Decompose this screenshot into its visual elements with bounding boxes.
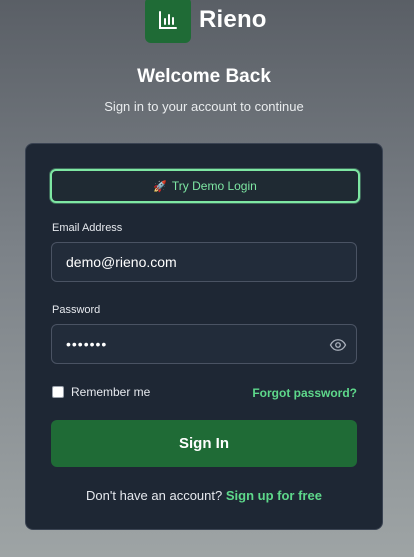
brand-name: Rieno xyxy=(199,5,267,33)
brand-header: Rieno xyxy=(145,0,267,43)
email-label: Email Address xyxy=(52,222,123,234)
demo-login-label: Try Demo Login xyxy=(171,179,257,193)
email-value: demo@rieno.com xyxy=(66,254,177,270)
password-field[interactable]: ••••••• xyxy=(51,324,357,364)
logo xyxy=(145,0,191,43)
forgot-password-link[interactable]: Forgot password? xyxy=(252,386,357,400)
rocket-icon: 🚀 xyxy=(153,180,167,193)
remember-me[interactable]: Remember me xyxy=(52,385,150,399)
eye-icon[interactable] xyxy=(329,336,347,354)
remember-checkbox[interactable] xyxy=(52,386,64,398)
page-title: Welcome Back xyxy=(137,66,271,87)
email-field[interactable]: demo@rieno.com xyxy=(51,242,357,282)
signup-link[interactable]: Sign up for free xyxy=(226,488,322,503)
signup-prompt: Don't have an account? xyxy=(86,488,223,503)
demo-login-button[interactable]: 🚀 Try Demo Login xyxy=(50,169,360,203)
password-label: Password xyxy=(52,304,101,316)
remember-label: Remember me xyxy=(71,385,151,399)
password-value: ••••••• xyxy=(66,336,108,352)
bar-chart-icon xyxy=(159,10,177,29)
page-subtitle: Sign in to your account to continue xyxy=(104,99,304,114)
sign-in-button[interactable]: Sign In xyxy=(51,420,357,467)
login-card: 🚀 Try Demo Login Email Address demo@rien… xyxy=(25,143,383,530)
signup-row: Don't have an account? Sign up for free xyxy=(26,488,382,503)
